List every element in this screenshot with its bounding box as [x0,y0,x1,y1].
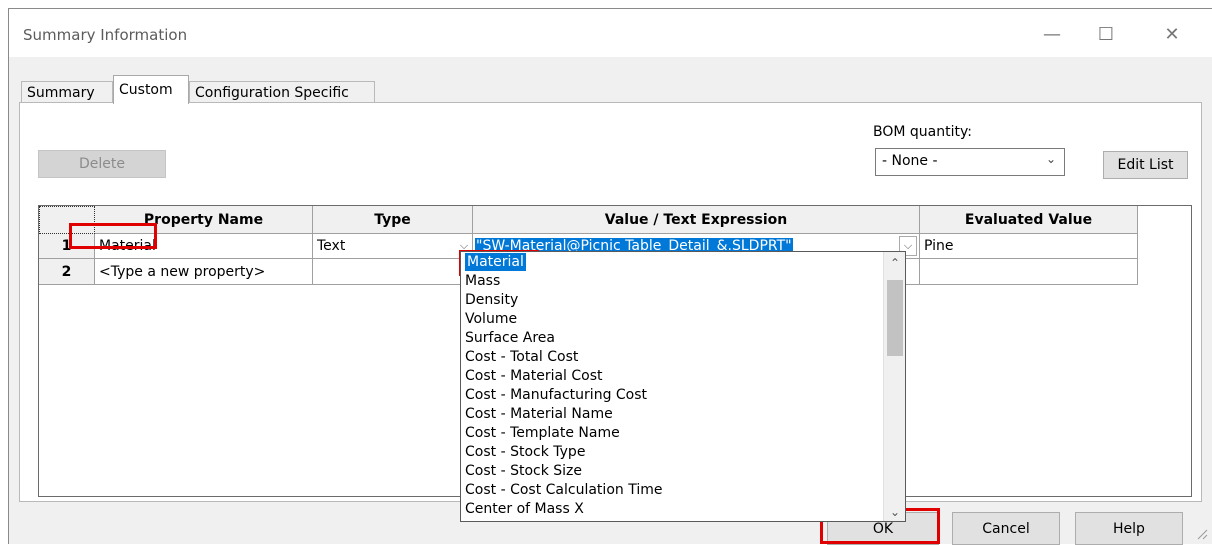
column-header-type[interactable]: Type [313,206,473,234]
dropdown-item[interactable]: Cost - Cost Calculation Time [465,481,662,499]
chevron-up-icon[interactable]: ⌃ [884,256,906,270]
column-header-evaluated-value[interactable]: Evaluated Value [920,206,1138,234]
chevron-down-icon[interactable]: ⌄ [884,505,906,519]
dropdown-item[interactable]: Cost - Total Cost [465,348,578,366]
dropdown-item[interactable]: Cost - Material Cost [465,367,603,385]
tab-summary[interactable]: Summary [21,81,113,103]
title-bar: Summary Information — ☐ ✕ [9,9,1212,57]
bom-quantity-select[interactable]: - None - ⌄ [875,148,1065,176]
help-button[interactable]: Help [1075,512,1183,545]
dropdown-item[interactable]: Cost - Template Name [465,424,620,442]
value-dropdown-list: Material Mass Density Volume Surface Are… [460,251,906,522]
dropdown-item[interactable]: Cost - Stock Size [465,462,582,480]
column-header-value[interactable]: Value / Text Expression [473,206,920,234]
type-cell[interactable]: ⌵ [313,259,473,285]
dropdown-item[interactable]: Cost - Manufacturing Cost [465,386,647,404]
dropdown-item[interactable]: Surface Area [465,329,555,347]
annotation-highlight [69,223,157,249]
evaluated-value-cell [920,259,1138,285]
maximize-icon[interactable]: ☐ [1083,19,1129,49]
row-number: 2 [39,259,95,285]
dropdown-item[interactable]: Mass [465,272,500,290]
dropdown-item[interactable]: Volume [465,310,517,328]
cancel-button[interactable]: Cancel [952,512,1060,545]
scrollbar-thumb[interactable] [887,280,903,356]
evaluated-value-cell: Pine [920,234,1138,259]
minimize-icon[interactable]: — [1029,19,1075,49]
bom-quantity-label: BOM quantity: [873,124,972,140]
dropdown-item-material[interactable]: Material [465,253,526,271]
edit-list-button[interactable]: Edit List [1103,151,1188,179]
chevron-down-icon: ⌄ [1045,152,1056,166]
dropdown-item[interactable]: Density [465,291,518,309]
tab-custom[interactable]: Custom [113,75,189,104]
dropdown-item[interactable]: Cost - Material Name [465,405,613,423]
type-cell[interactable]: Text ⌵ [313,234,473,259]
dropdown-item[interactable]: Cost - Stock Type [465,443,585,461]
dropdown-item[interactable]: Center of Mass X [465,500,584,518]
tab-configuration-specific[interactable]: Configuration Specific [189,81,375,103]
delete-button[interactable]: Delete [38,150,166,178]
resize-grip-icon[interactable] [1194,526,1208,540]
close-icon[interactable]: ✕ [1149,19,1195,49]
new-property-cell[interactable]: <Type a new property> [95,259,313,285]
window-title: Summary Information [23,26,188,44]
dropdown-scrollbar[interactable]: ⌃ ⌄ [883,252,905,521]
